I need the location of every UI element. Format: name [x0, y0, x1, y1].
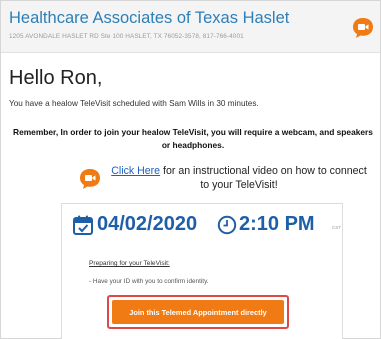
header: Healthcare Associates of Texas Haslet 12… [1, 1, 380, 53]
join-appointment-button[interactable]: Join this Telemed Appointment directly [112, 300, 284, 324]
reminder-line: Remember, In order to join your healow T… [13, 127, 373, 150]
greeting: Hello Ron, [9, 67, 103, 89]
instructional-rest-text: for an instructional video on how to con… [160, 165, 367, 191]
scheduled-line: You have a healow TeleVisit scheduled wi… [9, 99, 259, 108]
instructional-text: Click Here for an instructional video on… [111, 164, 367, 192]
org-name: Healthcare Associates of Texas Haslet [9, 9, 290, 27]
org-address: 1205 AVONDALE HASLET RD Ste 100 HASLET, … [9, 33, 244, 40]
timezone: CST [332, 225, 341, 230]
clock-icon [217, 215, 237, 235]
prep-title: Preparing for your TeleVisit: [89, 260, 170, 267]
appointment-time: 2:10 PM [239, 213, 315, 235]
appointment-card: 04/02/2020 2:10 PM CST Preparing for you… [61, 203, 343, 339]
appointment-date: 04/02/2020 [97, 213, 198, 235]
chat-video-icon [353, 18, 373, 38]
email-frame: Healthcare Associates of Texas Haslet 12… [0, 0, 381, 339]
calendar-check-icon [73, 215, 93, 235]
instructional-video-link[interactable]: Click Here [111, 165, 160, 177]
chat-video-icon [80, 169, 100, 189]
prep-item: - Have your ID with you to confirm ident… [89, 278, 209, 285]
